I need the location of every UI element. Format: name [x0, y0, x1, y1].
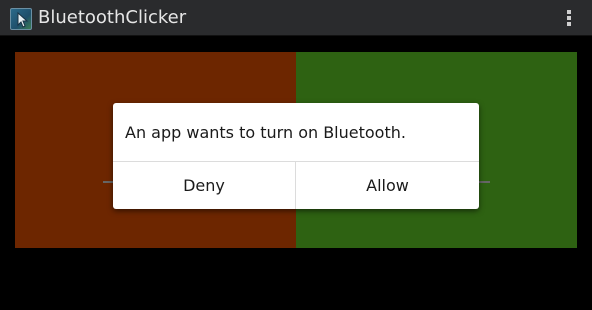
- deny-button[interactable]: Deny: [113, 162, 295, 209]
- right-divider-mark: [478, 181, 490, 183]
- dialog-message: An app wants to turn on Bluetooth.: [125, 123, 406, 142]
- cursor-hand-icon: [17, 11, 29, 28]
- app-title: BluetoothClicker: [38, 7, 187, 28]
- allow-button[interactable]: Allow: [296, 162, 479, 209]
- bluetooth-permission-dialog: An app wants to turn on Bluetooth. Deny …: [113, 103, 479, 209]
- action-bar: BluetoothClicker: [0, 0, 592, 36]
- app-icon[interactable]: [10, 8, 32, 30]
- more-vert-icon[interactable]: [566, 9, 572, 29]
